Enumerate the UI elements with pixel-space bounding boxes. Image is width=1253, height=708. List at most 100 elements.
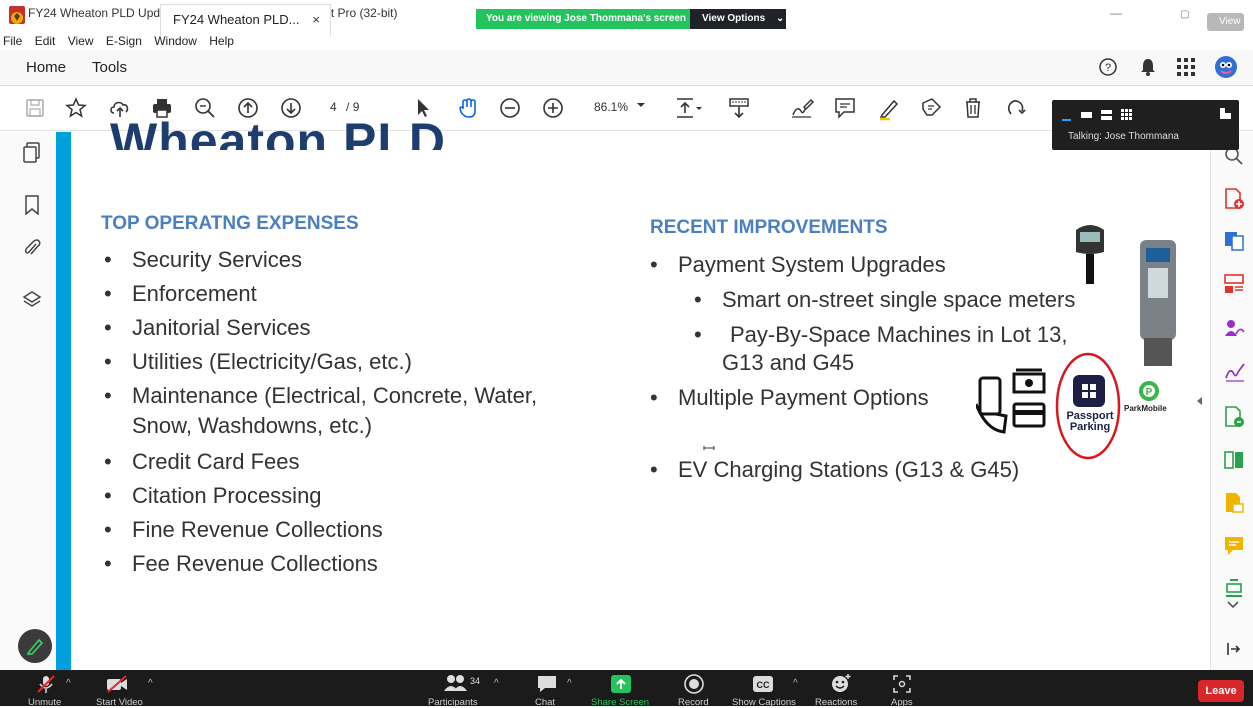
participants-count: 34 xyxy=(470,676,481,686)
list-item: Fee Revenue Collections xyxy=(104,547,537,581)
captions-icon[interactable]: CC xyxy=(752,675,774,693)
close-tab-icon[interactable]: × xyxy=(312,12,320,27)
talking-indicator: Talking: Jose Thommana xyxy=(1068,131,1179,142)
request-signature-icon[interactable] xyxy=(1224,318,1246,338)
exit-panel-icon[interactable] xyxy=(1220,108,1232,120)
comment-icon[interactable] xyxy=(832,95,858,121)
restore-icon[interactable]: ▢ xyxy=(1180,9,1189,20)
hand-tool-icon[interactable] xyxy=(455,95,481,121)
participants-label[interactable]: Participants xyxy=(428,697,478,708)
video-off-icon[interactable] xyxy=(106,675,128,693)
menu-file[interactable]: File xyxy=(3,34,22,48)
parkmobile-logo-text: ParkMobile xyxy=(1124,404,1167,413)
list-item: EV Charging Stations (G13 & G45) xyxy=(678,457,1020,482)
delete-icon[interactable] xyxy=(960,95,986,121)
scroll-mode-icon[interactable] xyxy=(726,95,752,121)
view-options-label: View Options xyxy=(702,13,766,24)
expenses-list: Security Services Enforcement Janitorial… xyxy=(104,243,537,581)
gallery-view-icon[interactable] xyxy=(1121,109,1133,121)
strip-view-icon[interactable] xyxy=(1101,110,1113,120)
audio-options-caret-icon[interactable]: ^ xyxy=(66,678,71,689)
pay-station-image xyxy=(1138,238,1178,368)
tab-home[interactable]: Home xyxy=(26,59,66,76)
tab-document[interactable]: FY24 Wheaton PLD... × xyxy=(160,4,331,36)
list-item: Janitorial Services xyxy=(104,311,537,345)
chat-caret-icon[interactable]: ^ xyxy=(567,678,572,689)
scan-ocr-icon[interactable] xyxy=(1224,492,1244,514)
chat-label[interactable]: Chat xyxy=(535,697,555,708)
menu-view[interactable]: View xyxy=(68,34,94,48)
bell-icon[interactable] xyxy=(1139,57,1157,77)
zoom-dropdown-caret-icon[interactable] xyxy=(636,100,646,126)
add-comment-icon[interactable] xyxy=(1224,536,1244,556)
edit-pdf-icon[interactable] xyxy=(1224,406,1244,428)
minimize-icon[interactable]: — xyxy=(1110,6,1122,20)
reactions-label[interactable]: Reactions xyxy=(815,697,857,708)
fill-sign-icon[interactable] xyxy=(1224,362,1246,382)
save-icon[interactable] xyxy=(22,95,48,121)
muted-mic-icon[interactable] xyxy=(36,674,56,694)
chat-icon[interactable] xyxy=(537,675,557,693)
share-screen-icon[interactable] xyxy=(610,674,632,694)
zoom-level-field[interactable]: 86.1% xyxy=(594,100,628,114)
pen-icon xyxy=(26,638,44,655)
card-icon xyxy=(1012,402,1046,428)
star-icon[interactable] xyxy=(63,95,89,121)
show-captions-label[interactable]: Show Captions xyxy=(732,697,796,708)
sign-icon[interactable] xyxy=(789,95,815,121)
apps-icon[interactable] xyxy=(892,674,912,694)
page-thumbnails-icon[interactable] xyxy=(22,142,42,164)
leave-button[interactable]: Leave xyxy=(1198,680,1244,702)
collapse-panel-icon[interactable] xyxy=(1227,642,1241,656)
zoom-out-icon[interactable] xyxy=(497,95,523,121)
layers-icon[interactable] xyxy=(22,290,42,310)
video-options-caret-icon[interactable]: ^ xyxy=(148,678,153,689)
menu-edit[interactable]: Edit xyxy=(35,34,56,48)
apps-grid-icon[interactable] xyxy=(1177,58,1195,76)
attachment-icon[interactable] xyxy=(22,238,42,258)
view-options-button[interactable]: View Options ⌄ xyxy=(690,9,786,29)
unmute-label[interactable]: Unmute xyxy=(28,697,61,708)
list-item: Utilities (Electricity/Gas, etc.) xyxy=(104,345,537,379)
tab-tools[interactable]: Tools xyxy=(92,59,127,76)
annotate-pen-button[interactable] xyxy=(18,629,52,663)
svg-text:P: P xyxy=(1146,387,1153,398)
zoom-in-icon[interactable] xyxy=(540,95,566,121)
ev-mark-icon xyxy=(703,445,715,451)
slide-heading: Wheaton PLD xyxy=(110,113,446,150)
compare-files-icon[interactable] xyxy=(1224,450,1244,472)
expand-rail-arrow-icon[interactable] xyxy=(1196,396,1204,406)
highlight-icon[interactable] xyxy=(876,95,902,121)
zoom-floating-panel[interactable] xyxy=(1052,100,1239,150)
fit-page-icon[interactable] xyxy=(673,95,702,121)
rotate-icon[interactable] xyxy=(1003,95,1029,121)
apps-label[interactable]: Apps xyxy=(891,697,913,708)
list-item: Pay-By-Space Machines in Lot 13, xyxy=(730,322,1068,347)
participants-caret-icon[interactable]: ^ xyxy=(494,678,499,689)
zoom-view-button[interactable]: View xyxy=(1207,13,1244,31)
share-screen-label[interactable]: Share Screen xyxy=(591,697,649,708)
create-pdf-icon[interactable] xyxy=(1224,188,1244,210)
menu-help[interactable]: Help xyxy=(209,34,234,48)
organize-pages-icon[interactable] xyxy=(1224,274,1244,294)
chevron-down-icon[interactable] xyxy=(1226,600,1240,610)
menu-esign[interactable]: E-Sign xyxy=(106,34,142,48)
export-pdf-icon[interactable] xyxy=(1224,230,1244,252)
captions-caret-icon[interactable]: ^ xyxy=(793,678,798,689)
stamp-icon[interactable] xyxy=(918,95,944,121)
reactions-icon[interactable] xyxy=(830,672,852,694)
single-view-icon[interactable] xyxy=(1081,110,1093,120)
participants-icon[interactable] xyxy=(444,674,468,692)
right-tools-rail xyxy=(1210,132,1253,670)
record-icon[interactable] xyxy=(684,674,704,694)
minimize-panel-icon[interactable] xyxy=(1062,113,1072,123)
start-video-label[interactable]: Start Video xyxy=(96,697,143,708)
menu-window[interactable]: Window xyxy=(154,34,197,48)
viewing-screen-banner: You are viewing Jose Thommana's screen xyxy=(476,9,697,29)
record-label[interactable]: Record xyxy=(678,697,709,708)
list-item-continuation: Snow, Washdowns, etc.) xyxy=(132,413,373,438)
bookmark-icon[interactable] xyxy=(24,195,40,215)
redact-icon[interactable] xyxy=(1224,578,1244,598)
avatar[interactable] xyxy=(1214,55,1238,79)
help-icon[interactable]: ? xyxy=(1098,57,1118,77)
